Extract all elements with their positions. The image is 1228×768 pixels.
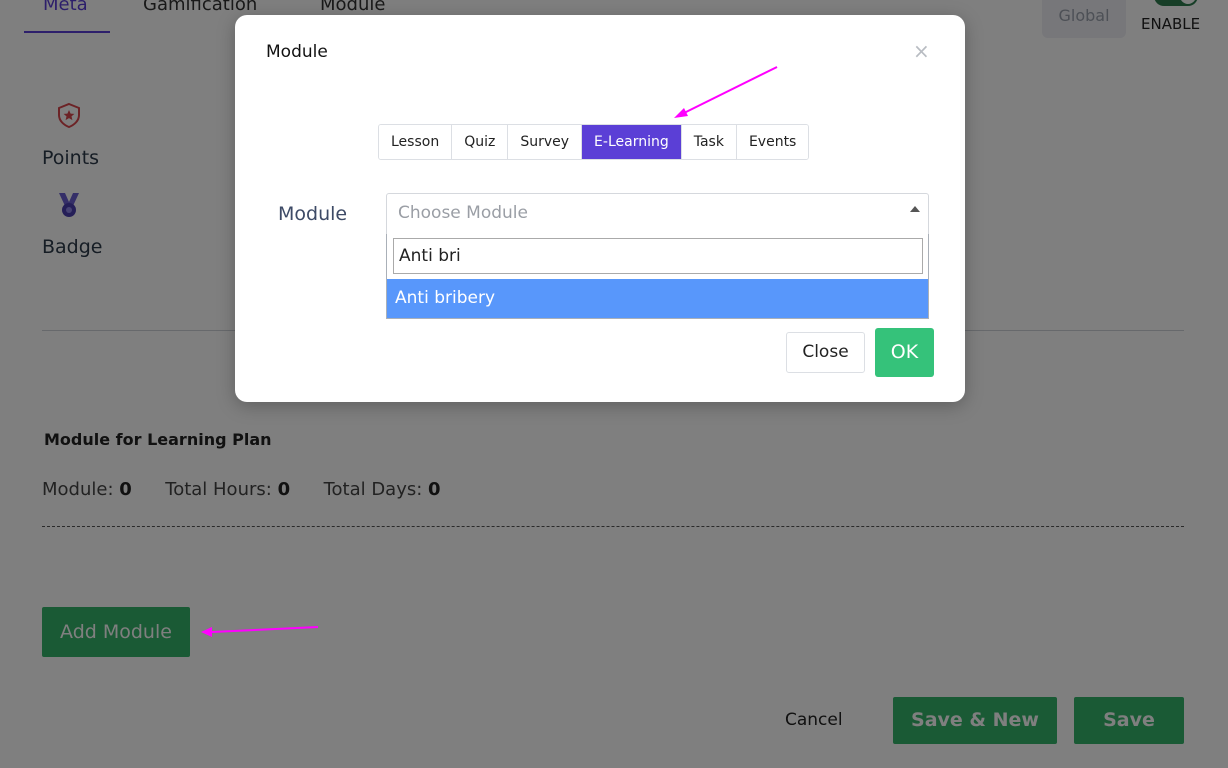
module-modal: Module × Lesson Quiz Survey E-Learning T…: [235, 15, 965, 402]
module-type-tabs: Lesson Quiz Survey E-Learning Task Event…: [378, 124, 810, 160]
tab-survey[interactable]: Survey: [508, 125, 583, 159]
close-icon[interactable]: ×: [913, 39, 930, 63]
tab-events[interactable]: Events: [736, 125, 809, 159]
modal-close-button[interactable]: Close: [786, 332, 865, 373]
tab-lesson[interactable]: Lesson: [379, 125, 453, 159]
select-placeholder: Choose Module: [398, 203, 528, 223]
module-dropdown: Anti bribery: [386, 234, 929, 319]
modal-title: Module: [266, 42, 328, 62]
module-search-input[interactable]: [393, 238, 923, 274]
modal-ok-button[interactable]: OK: [875, 328, 934, 377]
module-field-label: Module: [278, 203, 348, 225]
tab-e-learning[interactable]: E-Learning: [582, 125, 682, 159]
tab-task[interactable]: Task: [681, 125, 737, 159]
caret-up-icon: [910, 206, 920, 212]
dropdown-option[interactable]: Anti bribery: [387, 279, 928, 318]
tab-quiz[interactable]: Quiz: [452, 125, 509, 159]
module-select[interactable]: Choose Module: [386, 193, 929, 235]
